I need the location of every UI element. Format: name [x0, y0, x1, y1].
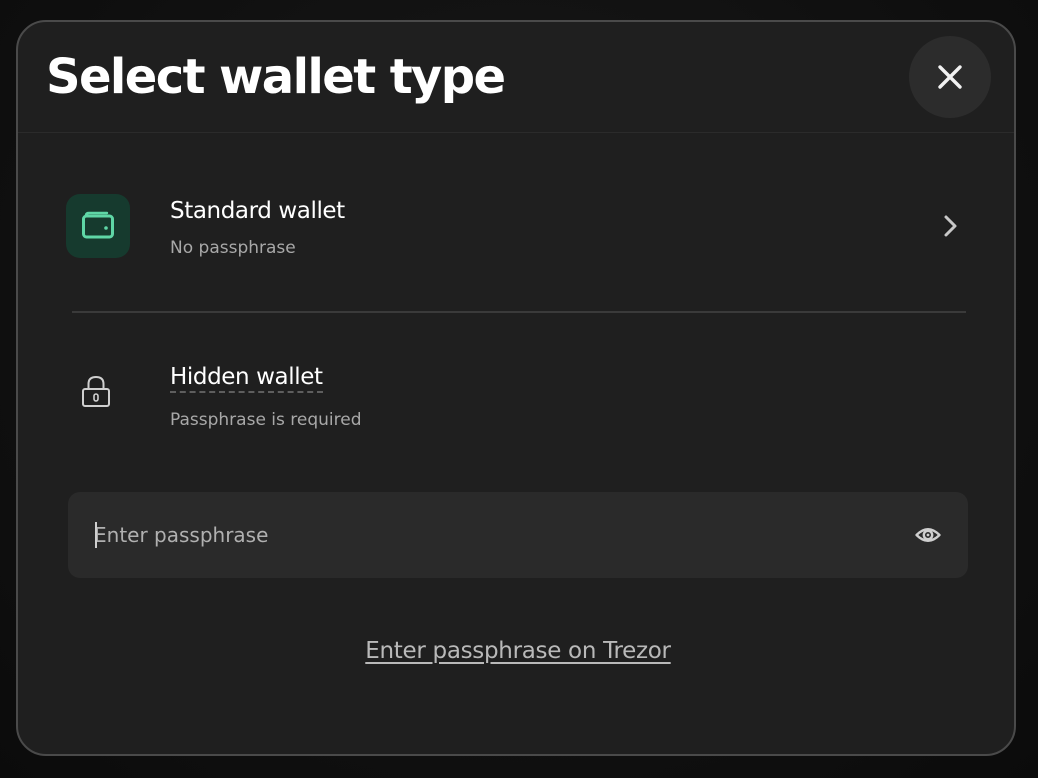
modal-header: Select wallet type	[18, 22, 1014, 133]
hidden-wallet-title: Hidden wallet	[170, 364, 323, 393]
show-passphrase-button[interactable]	[914, 521, 942, 549]
hidden-wallet-subtitle: Passphrase is required	[170, 410, 362, 430]
options-divider	[72, 311, 966, 313]
select-wallet-modal: Select wallet type Standard wallet No pa…	[16, 20, 1016, 756]
passphrase-input[interactable]	[94, 492, 894, 578]
close-button[interactable]	[909, 36, 991, 118]
passphrase-field	[68, 492, 968, 578]
standard-wallet-option[interactable]: Standard wallet No passphrase	[50, 182, 980, 286]
standard-wallet-subtitle: No passphrase	[170, 238, 296, 258]
wallet-icon-tile	[66, 194, 130, 258]
close-icon	[938, 65, 962, 89]
modal-title: Select wallet type	[46, 49, 506, 105]
lock-icon	[82, 375, 110, 407]
eye-icon	[915, 528, 941, 542]
text-caret	[95, 522, 97, 548]
chevron-right-icon	[944, 215, 957, 237]
enter-on-trezor-link[interactable]: Enter passphrase on Trezor	[18, 638, 1014, 664]
wallet-icon	[82, 211, 114, 239]
hidden-wallet-option[interactable]: Hidden wallet Passphrase is required	[50, 362, 980, 462]
standard-wallet-title: Standard wallet	[170, 198, 345, 224]
